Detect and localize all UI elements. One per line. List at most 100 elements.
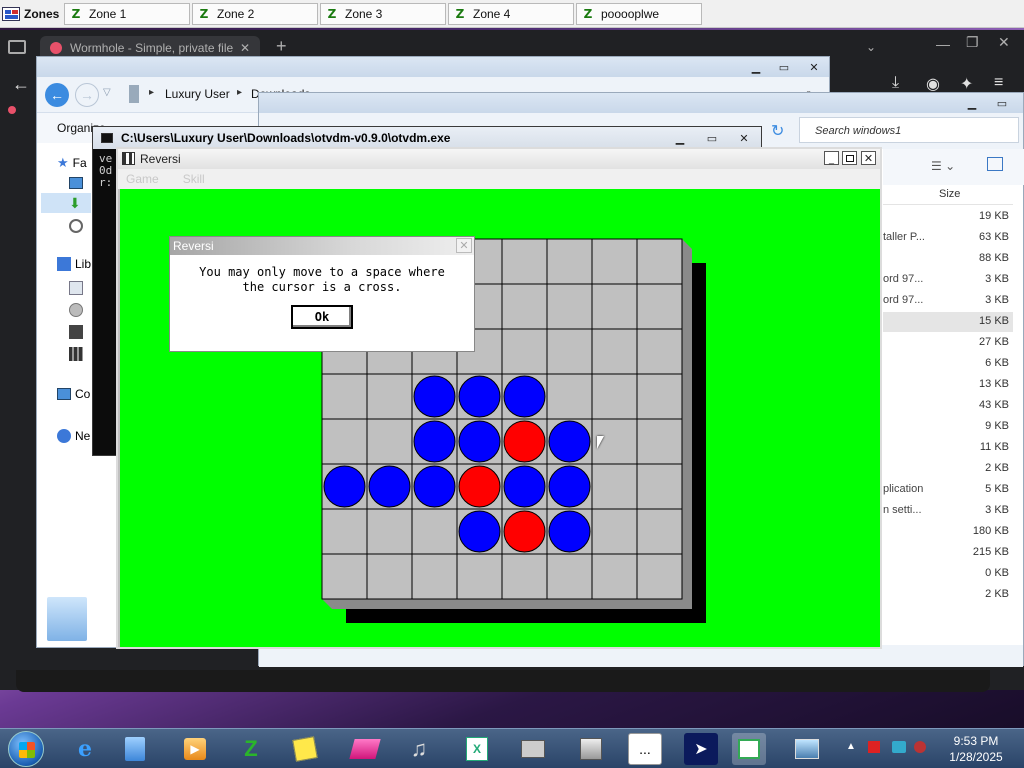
download-icon[interactable]: ⤓ xyxy=(892,74,899,92)
browser-minimize-icon[interactable]: — xyxy=(936,36,950,52)
tray-network-icon[interactable] xyxy=(892,741,906,753)
file-row[interactable]: 0 KB xyxy=(883,564,1013,584)
minimize-button[interactable]: ▁ xyxy=(667,130,693,146)
nav-computer[interactable]: Co xyxy=(57,387,90,401)
browser-menu-icon[interactable]: ≡ xyxy=(994,74,1003,92)
ok-button[interactable]: Ok xyxy=(291,305,353,329)
maximize-button[interactable]: ▭ xyxy=(989,95,1015,111)
file-row[interactable]: 43 KB xyxy=(883,396,1013,416)
tray-flag-icon[interactable] xyxy=(868,741,880,753)
close-button[interactable]: ✕ xyxy=(861,151,876,165)
file-row[interactable]: 13 KB xyxy=(883,375,1013,395)
file-row[interactable]: taller P... 63 KB xyxy=(883,228,1013,248)
new-tab-icon[interactable]: + xyxy=(276,36,287,57)
music-app-icon[interactable]: ♫ xyxy=(402,733,436,765)
history-dropdown-icon[interactable]: ▽ xyxy=(103,87,111,98)
nav-recent[interactable] xyxy=(69,219,83,233)
picture-app-icon[interactable] xyxy=(790,733,824,765)
file-row[interactable]: 215 KB xyxy=(883,543,1013,563)
maximize-button[interactable]: ▭ xyxy=(699,130,725,146)
file-row[interactable]: ord 97... 3 KB xyxy=(883,291,1013,311)
file-size: 43 KB xyxy=(979,399,1009,411)
tray-app-icon[interactable] xyxy=(914,741,926,753)
pictures-icon[interactable] xyxy=(69,325,83,339)
media-player-icon[interactable]: ▶ xyxy=(178,733,212,765)
nav-network[interactable]: Ne xyxy=(57,429,90,443)
zone-button-3[interactable]: Z Zone 3 xyxy=(320,3,446,25)
documents-icon[interactable] xyxy=(69,281,83,295)
maximize-button[interactable]: ▭ xyxy=(771,59,797,75)
back-button-icon[interactable]: ← xyxy=(45,83,69,107)
refresh-icon[interactable]: ↻ xyxy=(771,121,784,141)
minimize-button[interactable]: ▁ xyxy=(959,95,985,111)
menu-skill[interactable]: Skill xyxy=(183,172,205,186)
close-button[interactable]: ✕ xyxy=(731,130,757,146)
file-row[interactable]: plication 5 KB xyxy=(883,480,1013,500)
breadcrumb-user[interactable]: Luxury User xyxy=(165,87,230,101)
file-row[interactable]: 15 KB xyxy=(883,312,1013,332)
file-row[interactable]: 6 KB xyxy=(883,354,1013,374)
file-size: 19 KB xyxy=(979,210,1009,222)
back-arrow-icon[interactable]: ← xyxy=(12,74,30,95)
dialog-close-icon[interactable]: ✕ xyxy=(456,238,472,253)
show-hidden-icons-icon[interactable]: ▲ xyxy=(846,741,856,752)
file-row[interactable]: 180 KB xyxy=(883,522,1013,542)
pencil-app-icon[interactable] xyxy=(288,733,322,765)
close-button[interactable]: ✕ xyxy=(801,59,827,75)
reversi-menubar: Game Skill xyxy=(118,169,880,189)
download-arrow-icon: ⬇ xyxy=(69,195,81,211)
file-row[interactable]: 11 KB xyxy=(883,438,1013,458)
preview-pane-icon[interactable] xyxy=(987,157,1003,171)
browser-restore-icon[interactable]: ❐ xyxy=(966,34,979,51)
printer-app-icon[interactable] xyxy=(516,733,550,765)
minimize-button[interactable]: _ xyxy=(824,151,839,165)
maximize-button[interactable] xyxy=(842,151,857,165)
start-button[interactable] xyxy=(8,731,44,767)
minimize-button[interactable]: ▁ xyxy=(743,59,769,75)
view-options-icon[interactable]: ☰ ⌄ xyxy=(931,159,955,173)
tab-close-icon[interactable]: ✕ xyxy=(240,41,250,55)
zones-menu[interactable]: Zones xyxy=(2,3,59,25)
file-row[interactable]: 9 KB xyxy=(883,417,1013,437)
nav-favorites[interactable]: ★ Fa xyxy=(57,155,87,171)
zone-button-5[interactable]: Zpooooplwe xyxy=(576,3,702,25)
file-explorer-icon[interactable] xyxy=(118,733,152,765)
network-app-icon[interactable] xyxy=(574,733,608,765)
stack-app-icon[interactable] xyxy=(348,733,382,765)
zone-button-2[interactable]: Z Zone 2 xyxy=(192,3,318,25)
paper-plane-app-icon[interactable]: ➤ xyxy=(684,733,718,765)
forward-button-icon[interactable]: → xyxy=(75,83,99,107)
account-icon[interactable]: ◉ xyxy=(926,74,940,94)
spreadsheet-app-icon[interactable]: X xyxy=(460,733,494,765)
file-row[interactable]: ord 97... 3 KB xyxy=(883,270,1013,290)
file-row[interactable]: n setti... 3 KB xyxy=(883,501,1013,521)
active-window-app-icon[interactable] xyxy=(732,733,766,765)
file-row[interactable]: 19 KB xyxy=(883,207,1013,227)
file-row[interactable]: 27 KB xyxy=(883,333,1013,353)
nav-downloads-selected[interactable]: ⬇ xyxy=(41,193,91,213)
clock[interactable]: 9:53 PM 1/28/2025 xyxy=(936,733,1016,765)
tab-overview-icon[interactable] xyxy=(8,40,26,54)
menu-game[interactable]: Game xyxy=(126,172,159,186)
size-column-header[interactable]: Size xyxy=(939,188,960,200)
zones-app-icon[interactable]: Z xyxy=(234,733,268,765)
dialog-title: Reversi xyxy=(173,239,214,253)
file-row[interactable]: 88 KB xyxy=(883,249,1013,269)
music-icon[interactable] xyxy=(69,303,83,317)
browser-close-icon[interactable]: ✕ xyxy=(998,34,1010,51)
tab-list-icon[interactable]: ⌄ xyxy=(866,40,876,54)
nav-label: Ne xyxy=(75,429,91,443)
file-row[interactable]: 2 KB xyxy=(883,585,1013,605)
internet-explorer-icon[interactable]: e xyxy=(68,733,102,765)
videos-icon[interactable] xyxy=(69,347,83,361)
file-row[interactable]: 2 KB xyxy=(883,459,1013,479)
nav-desktop[interactable] xyxy=(69,177,83,189)
more-apps-icon[interactable]: ... xyxy=(628,733,662,765)
blue-piece xyxy=(368,465,411,508)
zone-button-4[interactable]: Z Zone 4 xyxy=(448,3,574,25)
blue-piece xyxy=(503,465,546,508)
zone-button-1[interactable]: Z Zone 1 xyxy=(64,3,190,25)
extensions-icon[interactable]: ✦ xyxy=(960,74,973,94)
nav-libraries[interactable]: Lib xyxy=(57,257,91,271)
file-size: 2 KB xyxy=(985,588,1009,600)
